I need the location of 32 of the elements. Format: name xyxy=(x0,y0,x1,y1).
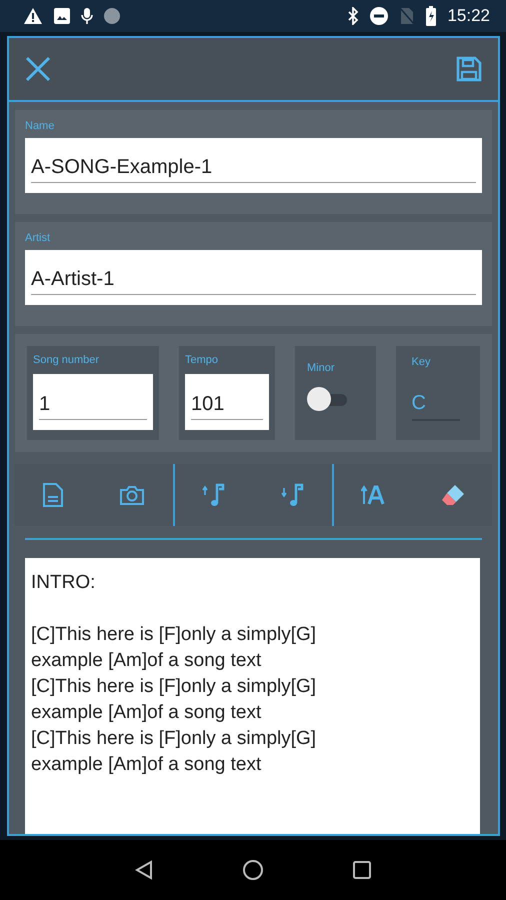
text-field[interactable]: A-SONG-Example-1 xyxy=(25,138,482,193)
camera-icon[interactable] xyxy=(119,484,146,506)
eraser-icon[interactable] xyxy=(440,483,466,507)
field-label: Song number xyxy=(33,354,100,366)
image-icon xyxy=(53,7,71,25)
back-icon[interactable] xyxy=(134,860,153,880)
note-up-icon[interactable] xyxy=(202,482,226,508)
battery-icon xyxy=(425,6,438,26)
save-icon[interactable] xyxy=(456,56,482,82)
circle-icon xyxy=(103,7,121,25)
bluetooth-icon xyxy=(347,7,360,25)
text-size-icon[interactable] xyxy=(360,484,387,506)
lyrics-text-area[interactable]: INTRO: [C]This here is [F]only a simply[G] example [Am]of a song text [C]This here is [F]only a simply[G] example [Am]of a song text [C]This here is [F]only a simply[G] example [Am]of a song text xyxy=(25,558,480,834)
field-label: Artist xyxy=(25,232,52,244)
no-sim-icon xyxy=(399,7,416,25)
number-field[interactable]: 101 xyxy=(185,374,269,430)
field-label: Name xyxy=(25,120,56,132)
microphone-icon xyxy=(81,7,93,25)
text-field[interactable]: A-Artist-1 xyxy=(25,250,482,305)
field-label: Key xyxy=(412,356,432,368)
do-not-disturb-icon xyxy=(369,6,390,26)
field-label: Minor xyxy=(307,362,335,374)
document-icon[interactable] xyxy=(42,482,64,508)
recents-icon[interactable] xyxy=(353,861,372,879)
warning-icon xyxy=(23,7,43,25)
home-icon[interactable] xyxy=(242,859,264,881)
close-icon[interactable] xyxy=(25,56,51,82)
note-down-icon[interactable] xyxy=(280,482,305,508)
number-field[interactable]: 1 xyxy=(33,374,153,430)
toggle-switch[interactable] xyxy=(307,386,347,412)
field-label: Tempo xyxy=(185,354,220,366)
clock-time: 15:22 xyxy=(447,6,490,26)
